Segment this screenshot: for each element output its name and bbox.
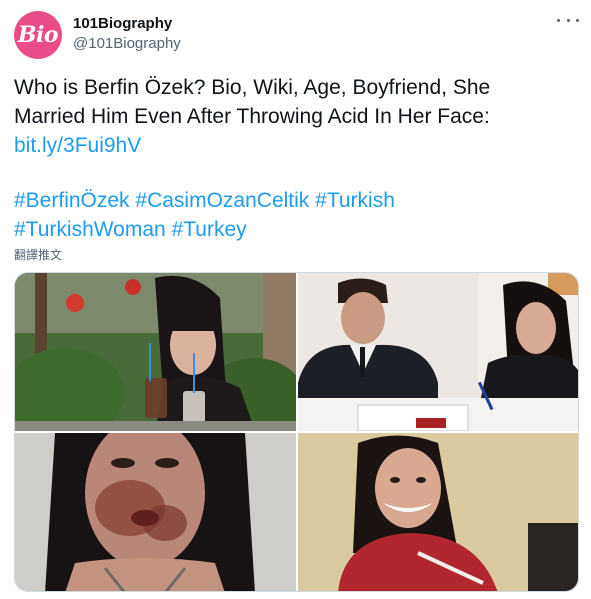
hashtag[interactable]: #CasimOzanCeltik [135,189,309,212]
display-name[interactable]: 101Biography [73,14,181,33]
photo-signing[interactable] [298,273,578,431]
tweet-text: Who is Berfin Özek? Bio, Wiki, Age, Boyf… [14,73,579,244]
photo-face-injury-image [15,433,296,591]
tweet-line-2: Married Him Even After Throwing Acid In … [14,105,490,128]
photo-red-hoodie-image [298,433,578,591]
photo-signing-image [298,273,578,431]
short-link[interactable]: bit.ly/3Fui9hV [14,134,141,157]
tweet-header: Bio 101Biography @101Biography [14,11,579,59]
handle[interactable]: @101Biography [73,33,181,54]
hashtag[interactable]: #Turkish [315,189,395,212]
media-grid [14,272,579,592]
more-horizontal-icon[interactable] [557,13,579,27]
photo-face-injury[interactable] [15,433,296,591]
author-names: 101Biography @101Biography [73,14,181,54]
photo-red-hoodie[interactable] [298,433,578,591]
avatar-logo-text: Bio [17,22,59,48]
photo-cafe[interactable] [15,273,296,431]
photo-cafe-image [15,273,296,431]
avatar[interactable]: Bio [14,11,62,59]
translate-tweet-link[interactable]: 翻譯推文 [14,246,62,263]
hashtag[interactable]: #BerfinÖzek [14,189,130,212]
tweet-line-1: Who is Berfin Özek? Bio, Wiki, Age, Boyf… [14,76,491,99]
hashtag[interactable]: #TurkishWoman [14,218,166,241]
hashtag[interactable]: #Turkey [172,218,247,241]
